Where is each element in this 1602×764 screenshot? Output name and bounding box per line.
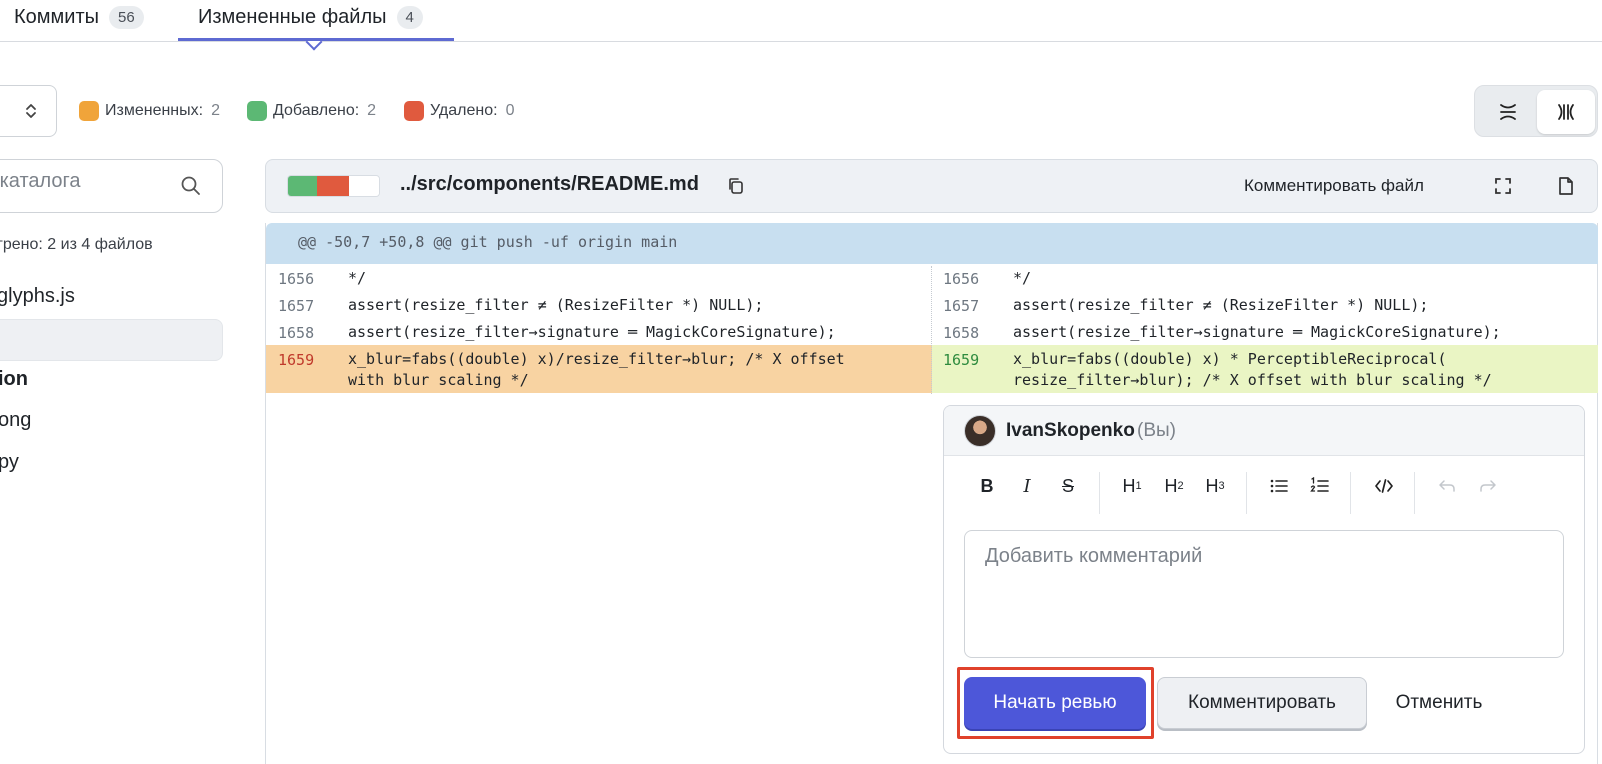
diffstat-deleted [317, 176, 349, 196]
code-line: assert(resize_filter→signature ═ MagickC… [1013, 323, 1501, 341]
avatar [964, 415, 996, 447]
code-line: assert(resize_filter ≠ (ResizeFilter *) … [1013, 296, 1429, 314]
tree-item-folder[interactable]: ion [0, 368, 28, 391]
heading-1-button[interactable]: H1 [1112, 471, 1152, 501]
legend-value: 2 [211, 102, 220, 119]
code-line-added: x_blur=fabs((double) x) * PerceptibleRec… [1013, 350, 1492, 389]
line-number[interactable]: 1657 [278, 297, 314, 315]
diff-view-toggle [1474, 85, 1598, 137]
comment-textarea[interactable]: Добавить комментарий [964, 530, 1564, 658]
line-number[interactable]: 1657 [943, 297, 979, 315]
unified-view-button[interactable] [1479, 90, 1537, 134]
comment-file-button[interactable]: Комментировать файл [1244, 176, 1424, 196]
legend-label: Измененных: [105, 102, 204, 119]
bullet-list-button[interactable] [1259, 471, 1299, 501]
heading-label: H [1122, 475, 1136, 496]
diffstat-added [288, 176, 318, 196]
unified-view-icon [1500, 104, 1516, 120]
diffstat-bar [287, 175, 380, 197]
legend-label: Добавлено: [273, 102, 360, 119]
comment-button[interactable]: Комментировать [1157, 677, 1367, 729]
legend-added: Добавлено: 2 [247, 100, 376, 122]
code-block-button[interactable] [1364, 471, 1404, 501]
diffstat-unchanged [348, 176, 379, 196]
heading-level: 2 [1177, 480, 1184, 492]
heading-label: H [1164, 475, 1178, 496]
code-line: */ [1013, 269, 1032, 287]
tab-label: Измененные файлы [198, 5, 387, 28]
numbered-list-icon [1310, 477, 1329, 492]
line-number[interactable]: 1656 [943, 270, 979, 288]
toolbar-divider [1246, 472, 1247, 514]
line-number[interactable]: 1659 [278, 351, 314, 369]
chevron-up-down-icon [26, 104, 36, 118]
you-label: (Вы) [1137, 420, 1176, 441]
search-icon [181, 176, 200, 195]
heading-level: 3 [1218, 480, 1225, 492]
added-swatch [247, 101, 267, 121]
tab-changed-files[interactable]: Измененные файлы 4 [198, 2, 423, 32]
fullscreen-icon[interactable] [1494, 177, 1512, 195]
legend-value: 0 [505, 102, 515, 119]
heading-label: H [1205, 475, 1219, 496]
undo-icon [1439, 480, 1455, 492]
bullet-list-icon [1270, 479, 1288, 493]
split-view-icon [1558, 104, 1574, 120]
split-view-button[interactable] [1537, 90, 1595, 134]
tree-item-file[interactable]: glyphs.js [0, 285, 75, 308]
tab-commits[interactable]: Коммиты 56 [14, 2, 144, 32]
code-line-removed: x_blur=fabs((double) x)/resize_filter→bl… [348, 350, 845, 389]
tab-active-indicator [178, 38, 454, 41]
viewed-progress-text: мотрено: 2 из 4 файлов [0, 236, 153, 253]
undo-button[interactable] [1427, 471, 1467, 501]
legend-deleted: Удалено: 0 [404, 100, 514, 122]
file-search-placeholder: или каталога [0, 170, 81, 192]
numbered-list-button[interactable] [1300, 471, 1340, 501]
file-icon[interactable] [1557, 176, 1575, 196]
comment-author: IvanSkopenko [1006, 420, 1135, 441]
legend-modified: Измененных: 2 [79, 100, 220, 122]
redo-button[interactable] [1468, 471, 1508, 501]
code-icon [1375, 479, 1393, 493]
tab-label: Коммиты [14, 5, 99, 28]
toolbar-divider [1350, 472, 1351, 514]
line-number[interactable]: 1656 [278, 270, 314, 288]
code-line: */ [348, 269, 367, 287]
deleted-swatch [404, 101, 424, 121]
sort-select[interactable] [0, 85, 57, 137]
bold-button[interactable]: B [967, 471, 1007, 501]
toolbar-divider [1414, 472, 1415, 514]
modified-swatch [79, 101, 99, 121]
tab-count-badge: 4 [396, 5, 423, 29]
tree-item-file[interactable]: ру [0, 451, 19, 474]
tree-item-selected[interactable] [0, 319, 223, 361]
split-divider [931, 266, 932, 394]
cancel-button[interactable]: Отменить [1384, 677, 1494, 729]
legend-value: 2 [367, 102, 377, 119]
tree-item-file[interactable]: ong [0, 409, 31, 432]
comment-form-header: IvanSkopenko (Вы) [944, 406, 1584, 456]
copy-icon[interactable] [727, 177, 745, 195]
redo-icon [1480, 480, 1496, 492]
toolbar-divider [1099, 472, 1100, 514]
tab-count-badge: 56 [108, 5, 144, 29]
italic-button[interactable]: I [1007, 471, 1047, 501]
code-line: assert(resize_filter ≠ (ResizeFilter *) … [348, 296, 764, 314]
line-number[interactable]: 1659 [943, 351, 979, 369]
line-number[interactable]: 1658 [278, 324, 314, 342]
file-path: ../src/components/README.md [400, 173, 699, 195]
highlight-box [957, 667, 1154, 739]
hunk-header: @@ -50,7 +50,8 @@ git push -uf origin ma… [266, 223, 1598, 264]
heading-level: 1 [1135, 480, 1142, 492]
heading-2-button[interactable]: H2 [1154, 471, 1194, 501]
code-line: assert(resize_filter→signature ═ MagickC… [348, 323, 836, 341]
strikethrough-button[interactable]: S [1048, 471, 1088, 501]
heading-3-button[interactable]: H3 [1195, 471, 1235, 501]
legend-label: Удалено: [430, 102, 498, 119]
line-number[interactable]: 1658 [943, 324, 979, 342]
